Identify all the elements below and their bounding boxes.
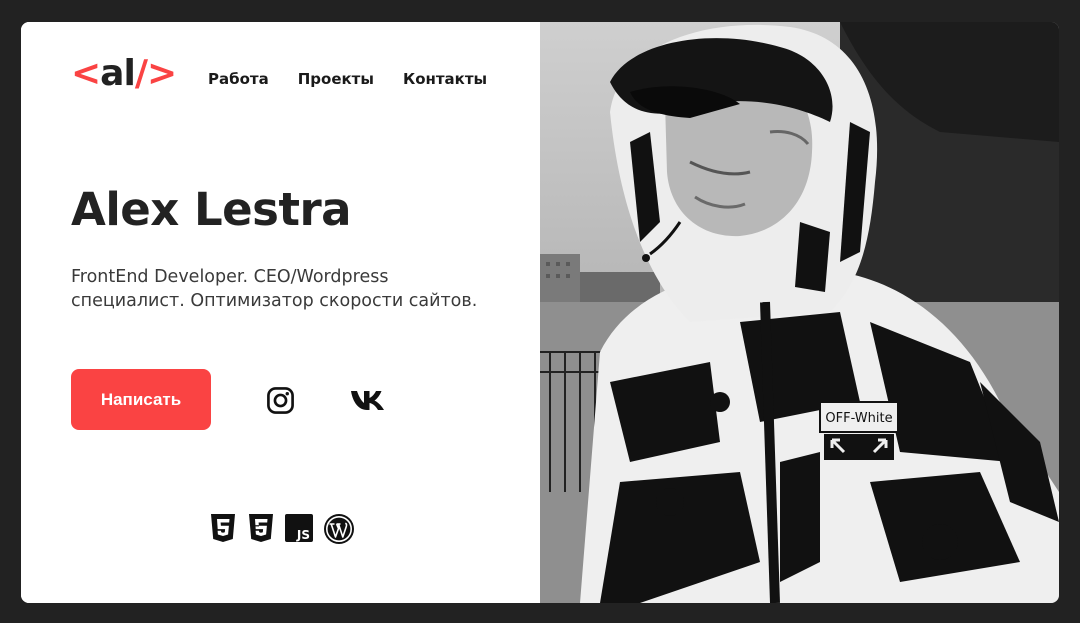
instagram-icon	[266, 386, 294, 414]
css3-icon	[247, 513, 275, 543]
profile-photo: OFF-White	[540, 22, 1059, 603]
nav-item-work[interactable]: Работа	[208, 70, 269, 88]
js-icon: JS	[285, 513, 313, 543]
tech-stack: JS	[209, 513, 355, 544]
hero-left-panel: <al/> Работа Проекты Контакты Alex Lestr…	[21, 22, 540, 603]
html5-icon	[209, 513, 237, 543]
vk-icon	[351, 391, 384, 410]
logo-bracket-close: />	[134, 53, 177, 94]
logo[interactable]: <al/>	[71, 53, 177, 94]
jacket-label: OFF-White	[825, 411, 892, 426]
instagram-link[interactable]	[263, 384, 297, 416]
js-icon-label: JS	[296, 528, 310, 542]
wordpress-icon	[323, 513, 355, 544]
logo-bracket-open: <	[71, 53, 101, 94]
nav-item-contacts[interactable]: Контакты	[403, 70, 487, 88]
write-button[interactable]: Написать	[71, 369, 211, 430]
hero-description: FrontEnd Developer. CEO/Wordpress специа…	[71, 267, 478, 311]
vk-link[interactable]	[348, 384, 388, 416]
hero-card: <al/> Работа Проекты Контакты Alex Lestr…	[21, 22, 1059, 603]
logo-text: al	[100, 53, 136, 94]
nav-item-projects[interactable]: Проекты	[298, 70, 374, 88]
main-nav: Работа Проекты Контакты	[208, 70, 487, 88]
hero-name: Alex Lestra	[71, 183, 352, 236]
